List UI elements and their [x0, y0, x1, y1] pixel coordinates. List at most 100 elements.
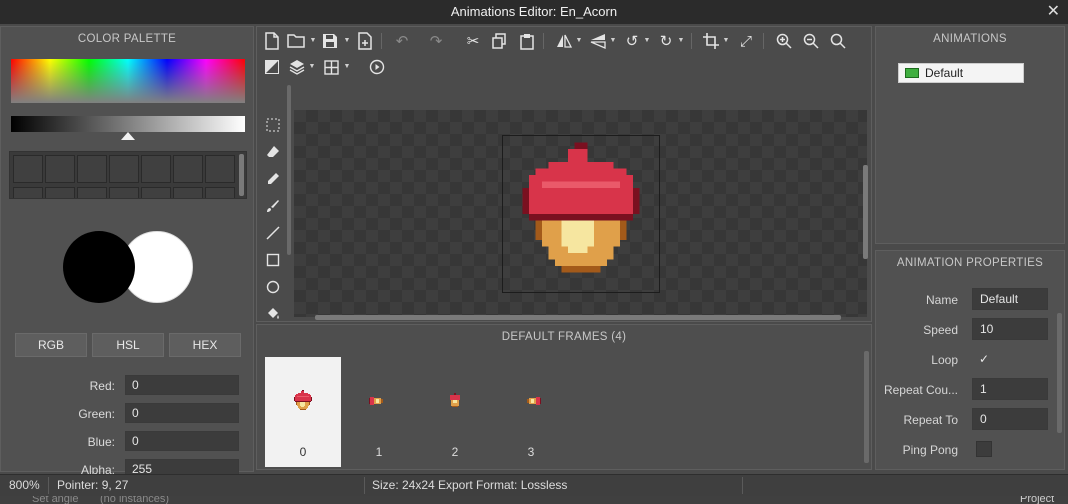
frame-thumbnail[interactable]: 3: [493, 357, 569, 467]
palette-swatch[interactable]: [13, 155, 43, 183]
frame-thumbnail[interactable]: 2: [417, 357, 493, 467]
pencil-icon[interactable]: [263, 169, 283, 189]
flip-horizontal-icon[interactable]: [553, 30, 575, 52]
properties-scrollbar[interactable]: [1057, 313, 1062, 433]
palette-swatch[interactable]: [109, 187, 139, 198]
tools-scrollbar[interactable]: [287, 85, 291, 255]
canvas-h-scrollbar[interactable]: [315, 315, 841, 320]
redo-icon[interactable]: ↷: [425, 30, 447, 52]
title-bar: Animations Editor: En_Acorn ✕: [0, 0, 1068, 24]
fill-bucket-icon[interactable]: [263, 304, 283, 324]
red-field[interactable]: [125, 375, 239, 395]
frame-thumbnail[interactable]: 1: [341, 357, 417, 467]
palette-swatch[interactable]: [141, 187, 171, 198]
rgb-button[interactable]: RGB: [15, 333, 87, 357]
palette-swatch[interactable]: [45, 187, 75, 198]
primary-color-swatch[interactable]: [63, 231, 135, 303]
green-field[interactable]: [125, 403, 239, 423]
rotate-right-icon[interactable]: ↻: [655, 30, 677, 52]
canvas-v-scrollbar[interactable]: [863, 165, 868, 259]
animation-properties-panel: ANIMATION PROPERTIES Name Speed Loop ✓ R…: [875, 250, 1065, 470]
frames-scrollbar[interactable]: [864, 351, 869, 463]
rectangle-select-icon[interactable]: [263, 115, 283, 135]
cut-icon[interactable]: ✂: [462, 30, 484, 52]
animation-film-icon: [905, 68, 919, 78]
brush-icon[interactable]: [263, 196, 283, 216]
crop-icon[interactable]: [700, 30, 722, 52]
new-file-icon[interactable]: [261, 30, 283, 52]
grayscale-caret-icon[interactable]: [121, 132, 135, 140]
color-fill-mode-icon[interactable]: [261, 56, 283, 78]
rotate-left-dropdown-icon[interactable]: ▼: [643, 30, 651, 52]
save-icon[interactable]: [319, 30, 341, 52]
export-icon[interactable]: [354, 30, 376, 52]
zoom-fit-icon[interactable]: [827, 30, 849, 52]
palette-swatch[interactable]: [173, 155, 203, 183]
animation-item-default[interactable]: Default: [898, 63, 1024, 83]
palette-swatch[interactable]: [205, 187, 235, 198]
palette-swatch[interactable]: [77, 155, 107, 183]
hex-button[interactable]: HEX: [169, 333, 241, 357]
hsl-button[interactable]: HSL: [92, 333, 164, 357]
play-icon[interactable]: [366, 56, 388, 78]
drawing-canvas[interactable]: [294, 110, 867, 317]
sprite-bounds: [502, 135, 660, 293]
project-button[interactable]: Project: [1020, 496, 1054, 504]
speed-label: Speed: [923, 323, 958, 337]
name-field[interactable]: [972, 288, 1048, 310]
flip-v-dropdown-icon[interactable]: ▼: [609, 30, 617, 52]
repeat-count-label: Repeat Cou...: [883, 383, 958, 397]
color-palette-panel: COLOR PALETTE RGB HSL HEX Red: Green: Bl…: [0, 26, 254, 479]
palette-swatch[interactable]: [13, 187, 43, 198]
rotate-left-icon[interactable]: ↺: [621, 30, 643, 52]
hue-spectrum[interactable]: [11, 59, 245, 103]
palette-swatch[interactable]: [77, 187, 107, 198]
loop-checkbox[interactable]: ✓: [976, 352, 992, 368]
undo-icon[interactable]: ↶: [391, 30, 413, 52]
grid-dropdown-icon[interactable]: ▼: [343, 56, 351, 78]
crop-dropdown-icon[interactable]: ▼: [722, 30, 730, 52]
palette-swatch[interactable]: [109, 155, 139, 183]
palette-swatch[interactable]: [45, 155, 75, 183]
ping-pong-checkbox[interactable]: [976, 441, 992, 457]
layers-dropdown-icon[interactable]: ▼: [308, 56, 316, 78]
layers-icon[interactable]: [286, 56, 308, 78]
pointer-position: Pointer: 9, 27: [57, 478, 129, 492]
open-folder-icon[interactable]: [285, 30, 307, 52]
frame-thumbnail[interactable]: 0: [265, 357, 341, 467]
frame-index: 2: [451, 445, 459, 459]
animation-item-label: Default: [925, 66, 964, 80]
copy-icon[interactable]: [488, 30, 510, 52]
frame-acorn-icon: [527, 397, 541, 405]
grayscale-slider[interactable]: [11, 116, 245, 132]
speed-field[interactable]: [972, 318, 1048, 340]
eraser-icon[interactable]: [263, 142, 283, 162]
zoom-in-icon[interactable]: [773, 30, 795, 52]
palette-swatch[interactable]: [173, 187, 203, 198]
flip-vertical-icon[interactable]: [587, 30, 609, 52]
flip-h-dropdown-icon[interactable]: ▼: [575, 30, 583, 52]
ellipse-icon[interactable]: [263, 277, 283, 297]
save-dropdown-icon[interactable]: ▼: [343, 30, 351, 52]
blue-field[interactable]: [125, 431, 239, 451]
frames-panel: DEFAULT FRAMES (4) 0 1 2 3: [256, 324, 872, 470]
line-icon[interactable]: [263, 223, 283, 243]
acorn-sprite: [522, 142, 640, 273]
rotate-right-dropdown-icon[interactable]: ▼: [677, 30, 685, 52]
rectangle-icon[interactable]: [263, 250, 283, 270]
zoom-out-icon[interactable]: [800, 30, 822, 52]
repeat-count-field[interactable]: [972, 378, 1048, 400]
repeat-to-field[interactable]: [972, 408, 1048, 430]
open-dropdown-icon[interactable]: ▼: [309, 30, 317, 52]
palette-swatch[interactable]: [205, 155, 235, 183]
window-title: Animations Editor: En_Acorn: [450, 4, 618, 19]
grid-icon[interactable]: [320, 56, 342, 78]
green-label: Green:: [78, 407, 115, 421]
close-icon[interactable]: ✕: [1047, 0, 1060, 24]
resize-icon[interactable]: ⤢: [735, 30, 757, 52]
frames-title: DEFAULT FRAMES (4): [501, 331, 627, 343]
swatch-scrollbar[interactable]: [239, 154, 244, 196]
paste-icon[interactable]: [516, 30, 538, 52]
frame-index: 0: [299, 445, 307, 459]
palette-swatch[interactable]: [141, 155, 171, 183]
